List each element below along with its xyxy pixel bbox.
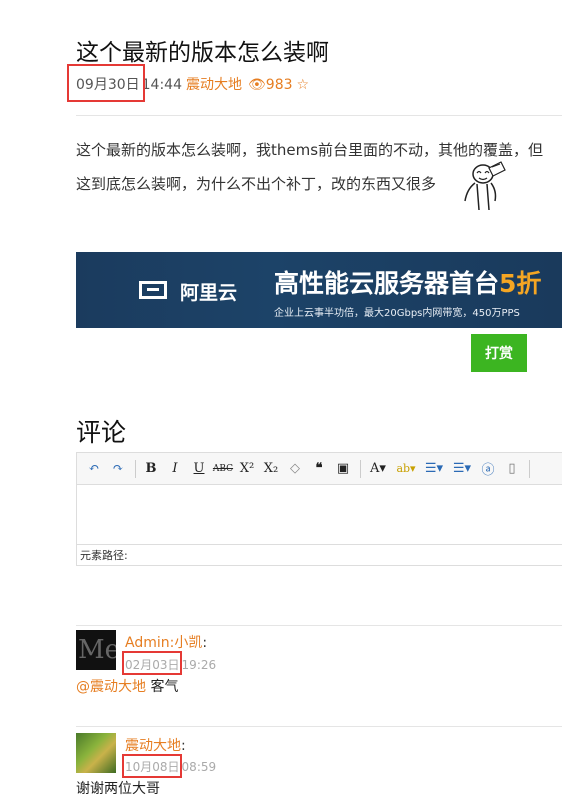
avatar[interactable] <box>76 733 116 773</box>
underline-icon[interactable]: U <box>188 459 210 479</box>
date-highlight-box <box>122 651 182 675</box>
comment-text: @震动大地 客气 <box>76 679 179 695</box>
ad-banner[interactable]: 阿里云 高性能云服务器首台5折 企业上云事半功倍，最大20Gbps内网带宽，45… <box>76 252 562 328</box>
undo-icon[interactable]: ↶ <box>83 459 105 479</box>
comments-heading: 评论 <box>76 418 127 447</box>
ordered-list-icon[interactable]: ☰▾ <box>421 459 447 479</box>
date-highlight-box <box>67 64 145 102</box>
toolbar-separator <box>135 459 136 478</box>
avatar[interactable]: Me <box>76 630 116 670</box>
eye-icon: 👁 <box>248 77 266 93</box>
redo-icon[interactable]: ↷ <box>107 459 129 479</box>
element-path: 元素路径: <box>77 544 562 566</box>
divider <box>76 115 562 116</box>
unordered-list-icon[interactable]: ☰▾ <box>449 459 475 479</box>
highlight-icon[interactable]: ab▾ <box>393 459 419 479</box>
bold-icon[interactable]: B <box>140 459 162 479</box>
post-author-link[interactable]: 震动大地 <box>186 77 242 93</box>
italic-icon[interactable]: I <box>164 459 186 479</box>
comment-editor[interactable]: ↶ ↷ B I U ABC X² X₂ ◇ ❝ ▣ A▾ ab▾ ☰▾ ☰▾ ⓐ… <box>76 452 562 566</box>
divider <box>76 726 562 727</box>
aliyun-logo-icon <box>139 281 167 299</box>
divider <box>76 625 562 626</box>
post-body-line-1: 这个最新的版本怎么装啊，我thems前台里面的不动，其他的覆盖，但 <box>76 141 544 159</box>
font-color-icon[interactable]: A▾ <box>365 459 391 479</box>
tip-button[interactable]: 打赏 <box>471 334 527 372</box>
date-highlight-box <box>122 754 182 778</box>
comment-author[interactable]: 震动大地: <box>125 735 186 755</box>
meme-sticker-icon <box>464 161 506 211</box>
comment-text: 谢谢两位大哥 <box>76 781 160 797</box>
comment-author[interactable]: Admin:小凯: <box>125 632 207 652</box>
editor-toolbar: ↶ ↷ B I U ABC X² X₂ ◇ ❝ ▣ A▾ ab▾ ☰▾ ☰▾ ⓐ… <box>77 453 562 485</box>
toolbar-separator <box>360 459 361 478</box>
subscript-icon[interactable]: X₂ <box>260 459 282 479</box>
post-body-line-2: 这到底怎么装啊，为什么不出个补丁，改的东西又很多 <box>76 175 437 193</box>
blockquote-icon[interactable]: ❝ <box>308 459 330 479</box>
strikethrough-icon[interactable]: ABC <box>212 459 234 479</box>
view-count: 👁983 <box>248 77 293 93</box>
superscript-icon[interactable]: X² <box>236 459 258 479</box>
clear-doc-icon[interactable]: ▯ <box>501 459 523 479</box>
toolbar-separator <box>529 459 530 478</box>
banner-brand: 阿里云 <box>180 282 238 304</box>
post-title: 这个最新的版本怎么装啊 <box>76 40 329 66</box>
editor-text-area[interactable] <box>77 486 562 544</box>
banner-subtitle: 企业上云事半功倍，最大20Gbps内网带宽，450万PPS <box>274 308 520 319</box>
post-time: 14:44 <box>141 77 182 93</box>
banner-headline: 高性能云服务器首台5折 <box>274 269 542 298</box>
eraser-icon[interactable]: ◇ <box>284 459 306 479</box>
paste-icon[interactable]: ▣ <box>332 459 354 479</box>
star-icon[interactable]: ☆ <box>297 77 310 93</box>
select-all-icon[interactable]: ⓐ <box>477 459 499 479</box>
